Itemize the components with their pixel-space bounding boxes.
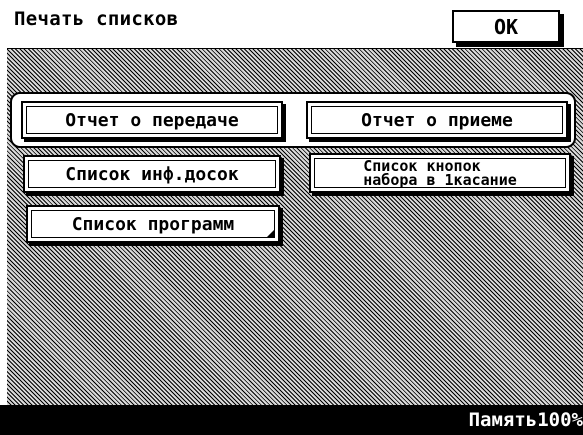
one-touch-list-label: Список кнопок набора в 1касание xyxy=(363,159,517,189)
reception-report-button[interactable]: Отчет о приеме xyxy=(306,101,568,139)
header: Печать списков OK xyxy=(0,0,583,48)
status-bar: Память100% xyxy=(0,405,583,435)
one-touch-list-button[interactable]: Список кнопок набора в 1касание xyxy=(309,153,571,193)
one-touch-list-line2: набора в 1касание xyxy=(363,171,517,189)
board-info-list-label: Список инф.досок xyxy=(65,163,239,185)
program-list-button[interactable]: Список программ xyxy=(26,205,280,243)
transmission-report-label: Отчет о передаче xyxy=(65,109,239,131)
program-list-label: Список программ xyxy=(71,213,235,235)
submenu-corner-icon xyxy=(266,229,275,238)
ok-button[interactable]: OK xyxy=(452,10,560,43)
transmission-report-button[interactable]: Отчет о передаче xyxy=(21,101,283,139)
reception-report-label: Отчет о приеме xyxy=(361,109,513,131)
memory-indicator: Память100% xyxy=(468,409,583,431)
page-title: Печать списков xyxy=(14,8,179,30)
board-info-list-button[interactable]: Список инф.досок xyxy=(23,155,281,193)
